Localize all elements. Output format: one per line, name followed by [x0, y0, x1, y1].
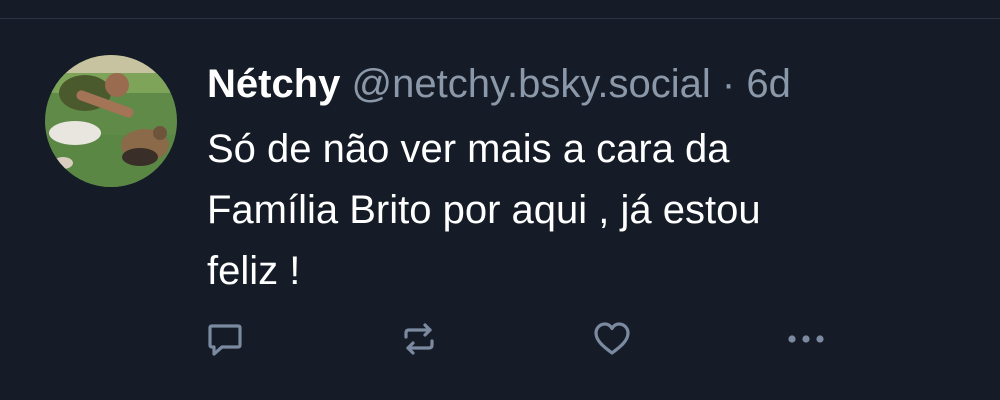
speech-bubble-icon	[208, 324, 242, 356]
more-options-button[interactable]	[782, 315, 830, 363]
post-card[interactable]: Nétchy @netchy.bsky.social · 6d Só de nã…	[0, 19, 1000, 400]
avatar-image	[45, 55, 177, 187]
heart-icon	[594, 322, 630, 355]
repost-arrows-icon	[404, 323, 434, 355]
repost-button[interactable]	[395, 315, 443, 363]
header-separator: ·	[721, 62, 736, 106]
reply-button[interactable]	[201, 315, 249, 363]
ellipsis-icon	[788, 335, 824, 343]
avatar[interactable]	[45, 55, 177, 187]
post-timestamp[interactable]: 6d	[746, 62, 791, 106]
post-text: Só de não ver mais a cara da Família Bri…	[207, 127, 761, 293]
display-name[interactable]: Nétchy	[207, 62, 340, 106]
post-header: Nétchy @netchy.bsky.social · 6d	[207, 59, 791, 109]
author-handle[interactable]: @netchy.bsky.social	[352, 62, 711, 106]
like-button[interactable]	[588, 315, 636, 363]
